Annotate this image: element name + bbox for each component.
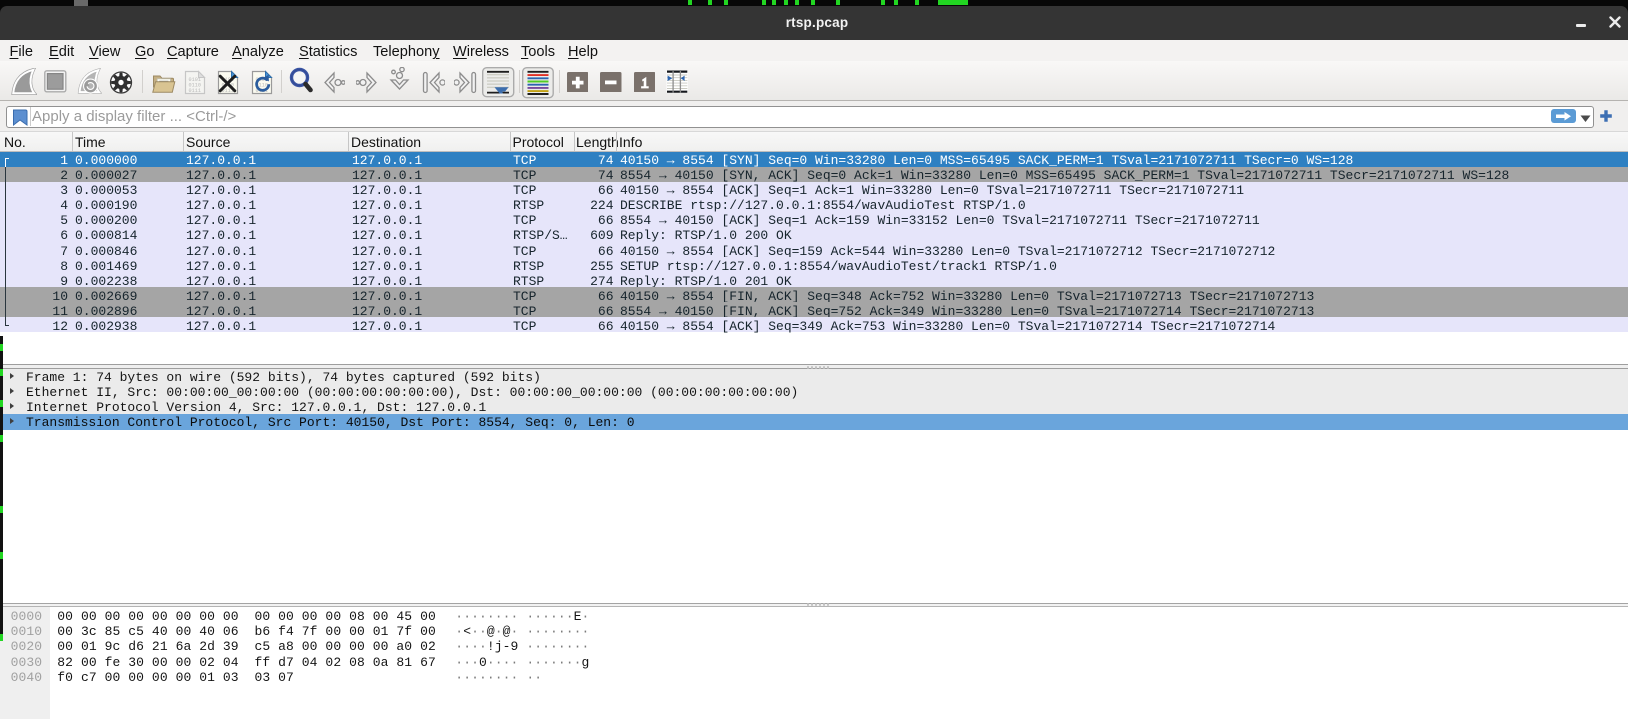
svg-text:0111: 0111 (189, 88, 201, 94)
